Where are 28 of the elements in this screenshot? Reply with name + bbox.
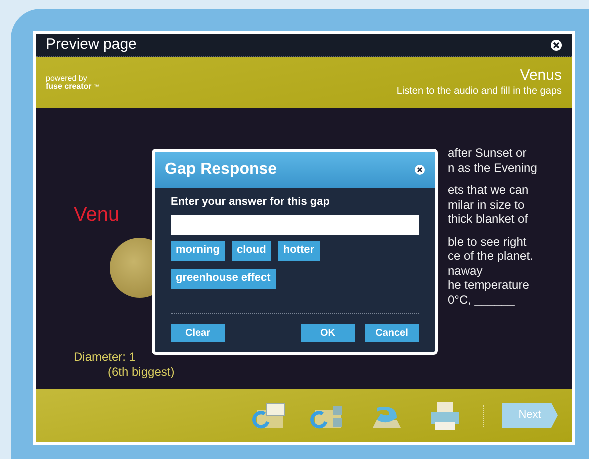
answer-chip[interactable]: hotter — [278, 240, 320, 260]
body-text-line: 0°C, ______ — [448, 292, 516, 307]
answer-chip[interactable]: morning — [171, 240, 225, 260]
body-text-line: milar in size to — [448, 198, 526, 212]
close-icon[interactable] — [551, 40, 562, 50]
page-title: Venus — [520, 66, 562, 86]
body-text-line: he temperature — [448, 278, 530, 292]
dialog-button[interactable]: OK — [301, 324, 355, 342]
body-text-line: n as the Evening — [448, 160, 538, 175]
answer-field[interactable] — [171, 214, 419, 234]
brand-tagline: powered by — [46, 74, 88, 82]
body-text-line: thick blanket of — [448, 212, 530, 226]
prompt-text: Enter your answer for this gap — [171, 195, 331, 210]
diameter-text: Diameter: 1 — [74, 350, 136, 365]
dialog-button[interactable]: Clear — [171, 324, 225, 342]
window-title: Preview page — [46, 34, 137, 55]
answer-chip[interactable]: cloud — [232, 240, 272, 260]
dialog-title: Gap Response — [165, 160, 278, 180]
dialog-button[interactable]: Cancel — [365, 324, 419, 342]
instruction-text: Listen to the audio and fill in the gaps — [396, 86, 562, 98]
body-text-line: ce of the planet. — [448, 249, 534, 264]
body-text-line: ble to see right — [448, 234, 528, 249]
diameter-text: (6th biggest) — [107, 365, 175, 380]
close-icon[interactable] — [415, 165, 425, 175]
body-text-line: ets that we can — [448, 183, 530, 198]
body-text-line: naway — [448, 264, 484, 278]
answer-chip[interactable]: greenhouse effect — [171, 268, 276, 288]
body-text-line: after Sunset or — [448, 146, 528, 160]
